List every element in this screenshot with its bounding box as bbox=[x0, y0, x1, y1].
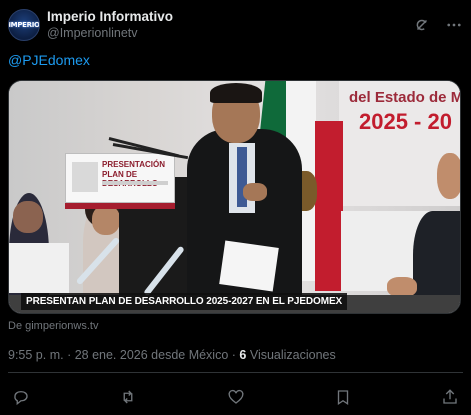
author-display-name[interactable]: Imperio Informativo bbox=[47, 9, 173, 25]
person-right-hands bbox=[387, 277, 417, 297]
meta-separator: · bbox=[63, 348, 75, 362]
desk-sign bbox=[219, 240, 279, 292]
retweet-icon[interactable] bbox=[119, 388, 137, 406]
media-caption: PRESENTAN PLAN DE DESARROLLO 2025-2027 E… bbox=[21, 293, 348, 310]
podium-sign-strip bbox=[65, 203, 175, 209]
tweet-text: @PJEdomex bbox=[8, 52, 90, 68]
views-label: Visualizaciones bbox=[246, 348, 336, 362]
person-right-face bbox=[437, 153, 460, 199]
share-icon[interactable] bbox=[441, 388, 459, 406]
speaker-hair bbox=[210, 83, 262, 103]
tweet-meta: 9:55 p. m. · 28 ene. 2026 desde México ·… bbox=[8, 348, 336, 362]
backdrop-banner-line1: del Estado de M bbox=[349, 89, 461, 106]
media-source-link[interactable]: De gimperionws.tv bbox=[8, 320, 98, 332]
podium-sign-subtext bbox=[102, 181, 168, 185]
desk-sign bbox=[9, 243, 69, 293]
podium-sign-line1: PRESENTACIÓN bbox=[102, 160, 165, 169]
author-handle[interactable]: @Imperionlinetv bbox=[47, 26, 173, 41]
podium-sign-logo bbox=[72, 162, 98, 192]
tweet-time[interactable]: 9:55 p. m. bbox=[8, 348, 64, 362]
tweet: IMPERIO Imperio Informativo @Imperionlin… bbox=[0, 0, 471, 415]
divider bbox=[8, 372, 463, 373]
author-names: Imperio Informativo @Imperionlinetv bbox=[47, 9, 173, 40]
avatar-logo-text: IMPERIO bbox=[8, 21, 40, 29]
tweet-date[interactable]: 28 ene. 2026 desde México bbox=[75, 348, 229, 362]
like-icon[interactable] bbox=[227, 388, 245, 406]
tweet-media-image[interactable]: del Estado de M 2025 - 20 PRESENTACIÓN P… bbox=[8, 80, 461, 314]
speaker-hand bbox=[243, 183, 267, 201]
backdrop-banner-line2: 2025 - 20 bbox=[359, 109, 452, 134]
podium-sign: PRESENTACIÓN PLAN DE DESARROLLO bbox=[65, 153, 175, 203]
flag-red bbox=[315, 121, 343, 291]
more-icon[interactable] bbox=[445, 16, 463, 34]
person-left-face bbox=[13, 201, 43, 233]
podium-sign-line2: PLAN DE DESARROLLO bbox=[102, 170, 158, 188]
header-actions bbox=[413, 16, 463, 34]
person-seated-face bbox=[92, 205, 120, 235]
tweet-header: IMPERIO Imperio Informativo @Imperionlin… bbox=[8, 8, 463, 42]
tweet-actions bbox=[8, 386, 463, 408]
reply-icon[interactable] bbox=[12, 388, 30, 406]
meta-separator: · bbox=[228, 348, 240, 362]
grok-icon[interactable] bbox=[413, 16, 431, 34]
mention-link[interactable]: @PJEdomex bbox=[8, 52, 90, 68]
avatar[interactable]: IMPERIO bbox=[8, 9, 40, 41]
bookmark-icon[interactable] bbox=[334, 388, 352, 406]
